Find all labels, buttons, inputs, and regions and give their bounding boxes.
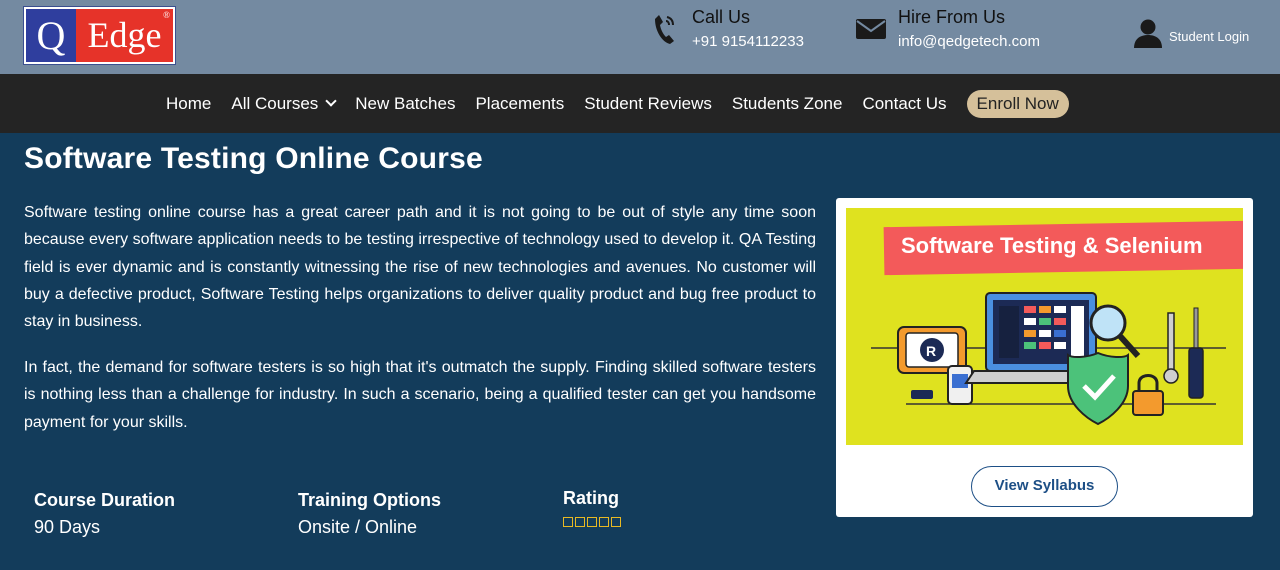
nav-placements[interactable]: Placements (475, 94, 564, 114)
nav-students-zone[interactable]: Students Zone (732, 94, 843, 114)
student-login-label: Student Login (1169, 29, 1250, 44)
rating-label: Rating (563, 488, 619, 508)
enroll-now-button[interactable]: Enroll Now (966, 89, 1069, 118)
star-icon (611, 517, 621, 527)
rating-info: Rating (563, 488, 623, 527)
svg-text:R: R (926, 343, 936, 359)
star-icon (587, 517, 597, 527)
course-description-paragraph: Software testing online course has a gre… (24, 204, 816, 331)
student-login-link[interactable]: Student Login (1133, 18, 1249, 53)
user-icon (1133, 18, 1163, 53)
qedge-logo[interactable]: Q Edge ® (24, 7, 175, 64)
nav-home[interactable]: Home (166, 94, 211, 114)
call-us-title: Call Us (692, 7, 751, 27)
hire-from-us-block[interactable]: Hire From Us info@qedgetech.com (854, 6, 1040, 52)
call-us-block[interactable]: Call Us +91 9154112233 (648, 6, 804, 52)
top-header: Q Edge ® Call Us +91 9154112233 Hire Fro… (0, 0, 1280, 74)
testing-illustration: R (871, 292, 1226, 426)
main-navigation: Home All Courses New Batches Placements … (0, 74, 1280, 133)
nav-student-reviews[interactable]: Student Reviews (584, 94, 712, 114)
course-card: Software Testing & Selenium R View Sylla… (836, 198, 1253, 517)
rating-stars (563, 517, 623, 527)
training-options-info: Training Options Onsite / Online (298, 490, 441, 538)
star-icon (599, 517, 609, 527)
hire-from-us-title: Hire From Us (898, 7, 1005, 27)
envelope-icon (854, 12, 888, 46)
contact-email[interactable]: info@qedgetech.com (898, 32, 1040, 52)
logo-text-edge: Edge ® (76, 9, 173, 62)
course-banner-image: Software Testing & Selenium R (846, 208, 1243, 445)
nav-all-courses[interactable]: All Courses (231, 93, 337, 114)
logo-edge-text: Edge (87, 15, 162, 55)
phone-number[interactable]: +91 9154112233 (692, 32, 804, 52)
nav-all-courses-label: All Courses (231, 93, 319, 113)
nav-contact-us[interactable]: Contact Us (862, 94, 946, 114)
course-demand-paragraph: In fact, the demand for software testers… (24, 359, 816, 431)
phone-icon (648, 12, 682, 46)
page-title: Software Testing Online Course (24, 142, 483, 175)
chevron-down-icon (325, 95, 337, 107)
star-icon (575, 517, 585, 527)
training-options-label: Training Options (298, 490, 441, 510)
course-duration-label: Course Duration (34, 490, 176, 510)
course-duration-info: Course Duration 90 Days (34, 490, 175, 538)
logo-registered-mark: ® (163, 10, 170, 20)
course-duration-value: 90 Days (34, 517, 101, 537)
training-options-value: Onsite / Online (298, 517, 418, 537)
nav-new-batches[interactable]: New Batches (355, 94, 455, 114)
star-icon (563, 517, 573, 527)
view-syllabus-button[interactable]: View Syllabus (971, 466, 1118, 507)
logo-letter-q: Q (36, 13, 66, 58)
